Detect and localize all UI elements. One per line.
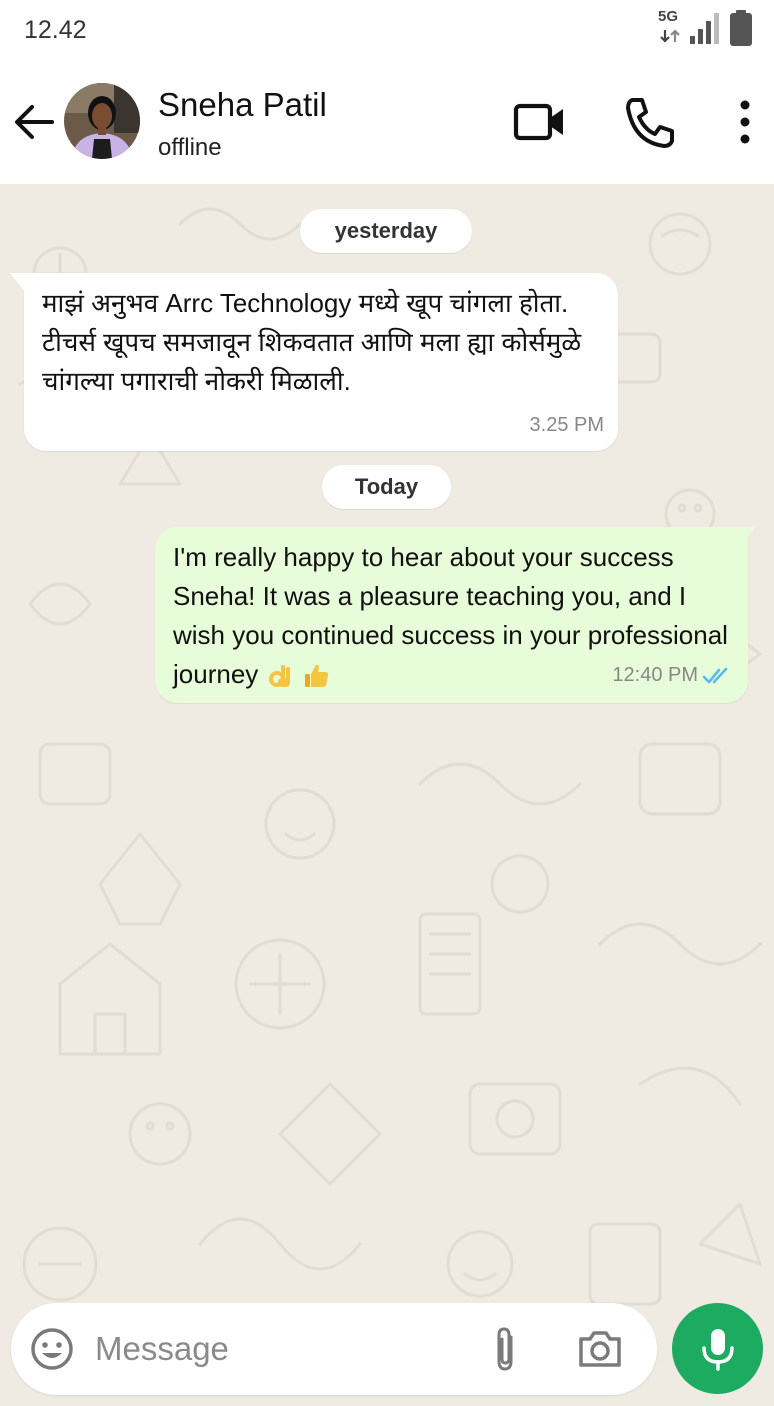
microphone-icon (701, 1328, 734, 1371)
date-chip-yesterday: yesterday (300, 209, 472, 253)
contact-status: offline (158, 134, 222, 161)
incoming-message[interactable]: माझं अनुभव Arrc Technology मध्ये खूप चां… (24, 273, 618, 451)
video-call-icon (513, 103, 563, 141)
contact-photo (64, 83, 140, 159)
voice-call-button[interactable] (622, 96, 676, 148)
more-vertical-icon (740, 100, 750, 144)
date-chip-today: Today (322, 465, 451, 509)
status-time: 12.42 (24, 16, 87, 44)
contact-name[interactable]: Sneha Patil (158, 86, 327, 124)
ok-hand-emoji-icon (269, 665, 291, 687)
message-time: 3.25 PM (529, 414, 604, 436)
paperclip-icon (497, 1327, 513, 1371)
more-options-button[interactable] (730, 98, 760, 146)
message-time: 12:40 PM (612, 664, 698, 686)
status-bar: 12.42 5G (0, 0, 774, 62)
message-input[interactable] (95, 1327, 455, 1371)
phone-icon (626, 98, 674, 148)
battery-icon (730, 10, 752, 46)
voice-record-button[interactable] (672, 1303, 763, 1394)
emoji-icon (31, 1328, 73, 1370)
back-button[interactable] (12, 100, 56, 144)
video-call-button[interactable] (512, 98, 568, 146)
emoji-button[interactable] (29, 1326, 75, 1372)
arrow-left-icon (15, 105, 54, 139)
signal-icon (690, 13, 719, 44)
network-type: 5G (658, 8, 679, 25)
chat-header: Sneha Patil offline (0, 62, 774, 184)
message-composer (11, 1303, 657, 1395)
data-arrows-icon (660, 29, 680, 43)
chat-area[interactable]: yesterday माझं अनुभव Arrc Technology मध्… (0, 184, 774, 1406)
message-text: माझं अनुभव Arrc Technology मध्ये खूप चां… (42, 288, 582, 396)
attach-button[interactable] (487, 1325, 523, 1375)
outgoing-message[interactable]: I'm really happy to hear about your succ… (155, 527, 748, 703)
thumbs-up-emoji-icon (305, 664, 329, 687)
read-receipt-icon (702, 667, 728, 684)
avatar[interactable] (64, 83, 140, 159)
camera-icon (579, 1331, 621, 1367)
camera-button[interactable] (577, 1327, 623, 1371)
